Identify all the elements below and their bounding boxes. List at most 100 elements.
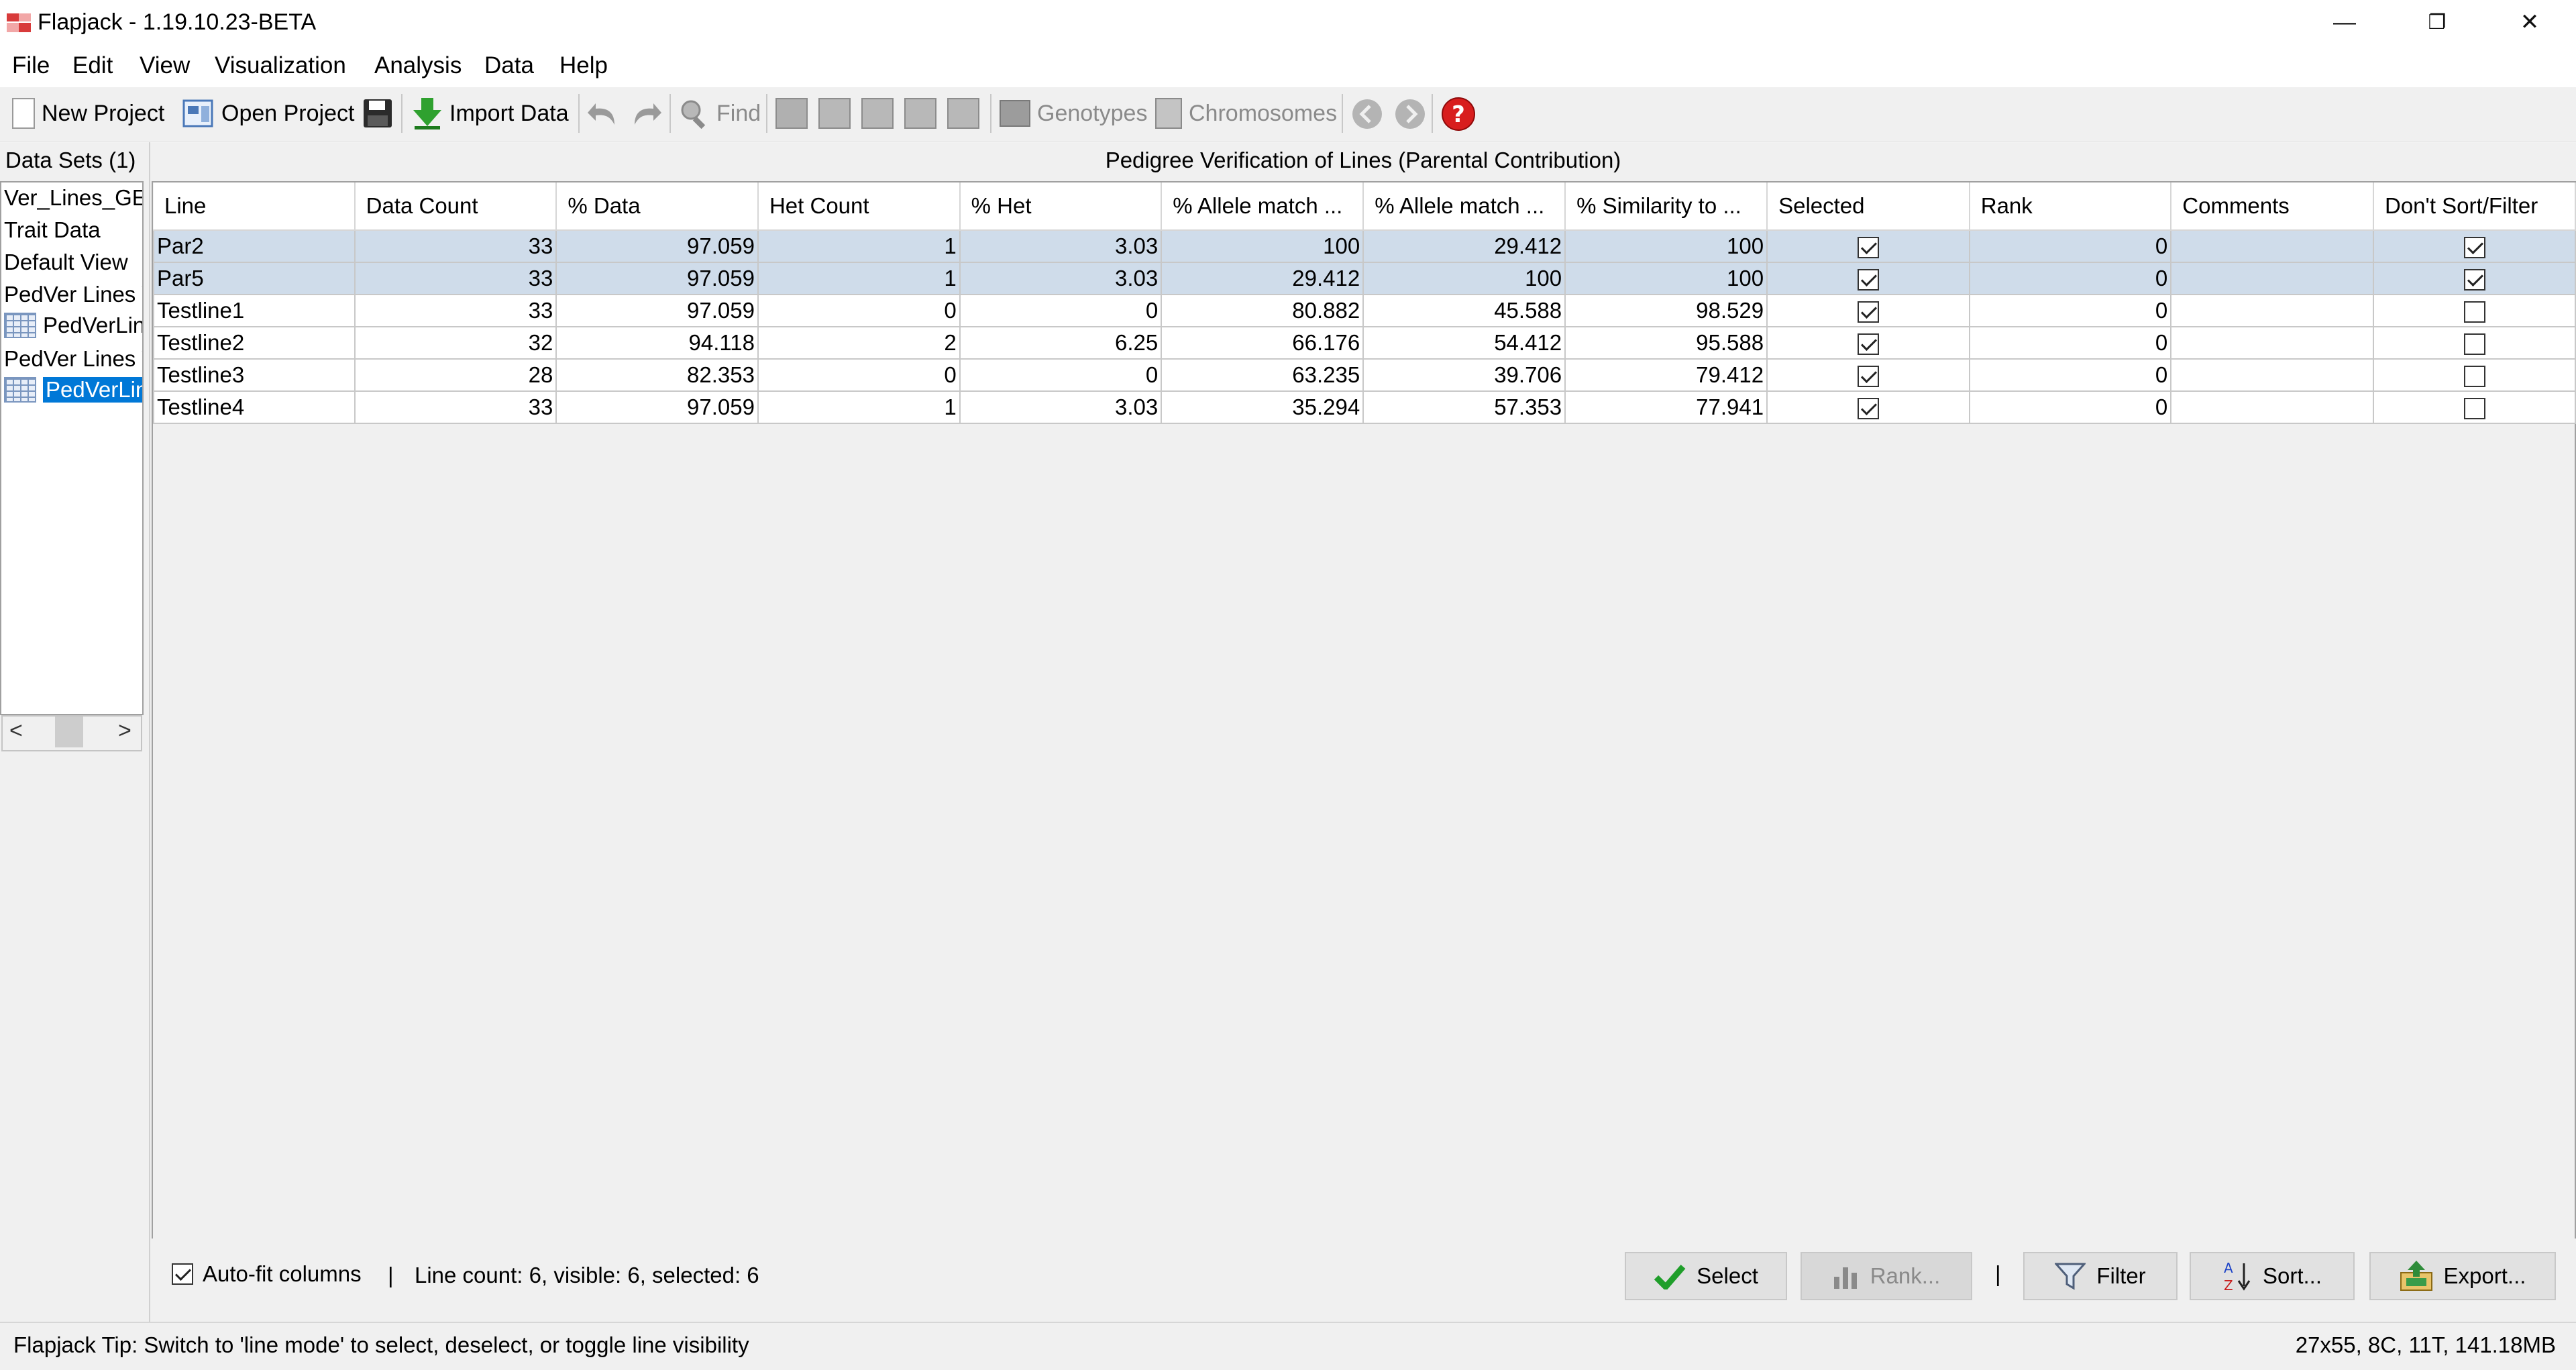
cell-pct-data[interactable]: 82.353 bbox=[555, 358, 759, 392]
cell-pct-het[interactable]: 0 bbox=[959, 358, 1163, 392]
table-row[interactable]: Par5 33 97.059 1 3.03 29.412 100 100 0 bbox=[153, 262, 2576, 295]
table-row[interactable]: Testline3 28 82.353 0 0 63.235 39.706 79.412 0 bbox=[153, 358, 2576, 392]
cell-allele1[interactable]: 29.412 bbox=[1161, 262, 1364, 295]
column-header-allele-match-2[interactable]: % Allele match ... bbox=[1363, 182, 1566, 231]
cell-pct-data[interactable]: 97.059 bbox=[555, 390, 759, 424]
sort-button[interactable]: A Z Sort... bbox=[2190, 1252, 2355, 1300]
selected-checkbox[interactable] bbox=[1857, 398, 1879, 420]
dont-sort-checkbox[interactable] bbox=[2463, 398, 2485, 420]
layout-columns-icon[interactable] bbox=[818, 98, 851, 129]
tree-item-dataset[interactable]: Ver_Lines_GEI bbox=[4, 185, 142, 211]
layout-rows-icon[interactable] bbox=[861, 98, 894, 129]
restore-button[interactable]: ❐ bbox=[2391, 0, 2483, 44]
cell-allele1[interactable]: 35.294 bbox=[1161, 390, 1364, 424]
column-header-allele-match-1[interactable]: % Allele match ... bbox=[1161, 182, 1364, 231]
cell-allele1[interactable]: 63.235 bbox=[1161, 358, 1364, 392]
cell-dont-sort-filter[interactable] bbox=[2373, 294, 2576, 327]
rank-button[interactable]: Rank... bbox=[1801, 1252, 1972, 1300]
cell-dont-sort-filter[interactable] bbox=[2373, 326, 2576, 360]
tree-item-pedver-view-2[interactable]: PedVer Lines V bbox=[4, 346, 142, 372]
table-row[interactable]: Testline1 33 97.059 0 0 80.882 45.588 98.529 0 bbox=[153, 294, 2576, 327]
cell-dont-sort-filter[interactable] bbox=[2373, 262, 2576, 295]
menu-help[interactable]: Help bbox=[559, 52, 608, 79]
cell-pct-data[interactable]: 97.059 bbox=[555, 294, 759, 327]
cell-allele2[interactable]: 29.412 bbox=[1362, 229, 1566, 263]
column-header-dont-sort-filter[interactable]: Don't Sort/Filter bbox=[2373, 182, 2576, 231]
cell-data-count[interactable]: 33 bbox=[354, 390, 557, 424]
column-header-selected[interactable]: Selected bbox=[1767, 182, 1970, 231]
menu-view[interactable]: View bbox=[140, 52, 190, 79]
cell-line[interactable]: Par5 bbox=[153, 262, 356, 295]
export-button[interactable]: Export... bbox=[2369, 1252, 2556, 1300]
cell-dont-sort-filter[interactable] bbox=[2373, 358, 2576, 392]
cell-het-count[interactable]: 0 bbox=[757, 358, 961, 392]
table-row[interactable]: Testline4 33 97.059 1 3.03 35.294 57.353 77.941… bbox=[153, 390, 2576, 424]
cell-allele1[interactable]: 100 bbox=[1161, 229, 1364, 263]
cell-rank[interactable]: 0 bbox=[1968, 358, 2172, 392]
cell-rank[interactable]: 0 bbox=[1968, 326, 2172, 360]
forward-arrow-icon[interactable] bbox=[1394, 98, 1426, 130]
cell-pct-data[interactable]: 97.059 bbox=[555, 229, 759, 263]
cell-allele1[interactable]: 80.882 bbox=[1161, 294, 1364, 327]
import-data-button[interactable]: Import Data bbox=[412, 93, 569, 134]
cell-allele1[interactable]: 66.176 bbox=[1161, 326, 1364, 360]
filter-button[interactable]: Filter bbox=[2023, 1252, 2178, 1300]
column-header-similarity[interactable]: % Similarity to ... bbox=[1565, 182, 1768, 231]
dont-sort-checkbox[interactable] bbox=[2463, 301, 2485, 323]
find-button[interactable]: Find bbox=[679, 93, 761, 134]
close-button[interactable]: ✕ bbox=[2483, 0, 2576, 44]
column-header-data-count[interactable]: Data Count bbox=[354, 182, 557, 231]
tree-item-default-view[interactable]: Default View bbox=[4, 250, 128, 275]
selected-checkbox[interactable] bbox=[1857, 237, 1879, 259]
cell-line[interactable]: Testline2 bbox=[153, 326, 356, 360]
table-row[interactable]: Par2 33 97.059 1 3.03 100 29.412 100 0 bbox=[153, 229, 2576, 263]
select-lines-icon[interactable] bbox=[904, 98, 936, 129]
scroll-right-arrow-icon[interactable]: > bbox=[118, 718, 131, 744]
menu-visualization[interactable]: Visualization bbox=[215, 52, 346, 79]
cell-rank[interactable]: 0 bbox=[1968, 294, 2172, 327]
cell-line[interactable]: Par2 bbox=[153, 229, 356, 263]
column-header-rank[interactable]: Rank bbox=[1969, 182, 2172, 231]
cell-pct-het[interactable]: 3.03 bbox=[959, 262, 1163, 295]
autofit-columns-checkbox[interactable]: Auto-fit columns bbox=[172, 1261, 362, 1287]
tree-item-trait-data[interactable]: Trait Data bbox=[4, 217, 101, 243]
cell-comments[interactable] bbox=[2170, 358, 2374, 392]
dont-sort-checkbox[interactable] bbox=[2463, 333, 2485, 356]
redo-icon[interactable] bbox=[629, 99, 663, 129]
column-header-pct-het[interactable]: % Het bbox=[959, 182, 1163, 231]
cell-pct-data[interactable]: 94.118 bbox=[555, 326, 759, 360]
cell-comments[interactable] bbox=[2170, 326, 2374, 360]
selected-checkbox[interactable] bbox=[1857, 333, 1879, 356]
column-header-het-count[interactable]: Het Count bbox=[757, 182, 961, 231]
cell-rank[interactable]: 0 bbox=[1968, 262, 2172, 295]
cell-selected[interactable] bbox=[1766, 390, 1970, 424]
table-row[interactable]: Testline2 32 94.118 2 6.25 66.176 54.412 95.588… bbox=[153, 326, 2576, 360]
menu-file[interactable]: File bbox=[12, 52, 50, 79]
cell-selected[interactable] bbox=[1766, 294, 1970, 327]
cell-rank[interactable]: 0 bbox=[1968, 229, 2172, 263]
help-icon[interactable]: ? bbox=[1441, 97, 1476, 131]
cell-similarity[interactable]: 98.529 bbox=[1564, 294, 1768, 327]
dont-sort-checkbox[interactable] bbox=[2463, 269, 2485, 291]
selected-checkbox[interactable] bbox=[1857, 301, 1879, 323]
undo-icon[interactable] bbox=[586, 99, 620, 129]
cell-allele2[interactable]: 39.706 bbox=[1362, 358, 1566, 392]
tree-item-pedver-table-2[interactable]: PedVerLin bbox=[4, 376, 142, 404]
cell-dont-sort-filter[interactable] bbox=[2373, 390, 2576, 424]
scroll-thumb[interactable] bbox=[55, 717, 83, 747]
cell-allele2[interactable]: 100 bbox=[1362, 262, 1566, 295]
menu-edit[interactable]: Edit bbox=[72, 52, 113, 79]
cell-similarity[interactable]: 77.941 bbox=[1564, 390, 1768, 424]
cell-allele2[interactable]: 57.353 bbox=[1362, 390, 1566, 424]
cell-line[interactable]: Testline3 bbox=[153, 358, 356, 392]
cell-line[interactable]: Testline4 bbox=[153, 390, 356, 424]
cell-dont-sort-filter[interactable] bbox=[2373, 229, 2576, 263]
cell-het-count[interactable]: 1 bbox=[757, 262, 961, 295]
cell-het-count[interactable]: 2 bbox=[757, 326, 961, 360]
checkbox-icon[interactable] bbox=[172, 1263, 193, 1285]
save-icon[interactable] bbox=[362, 98, 393, 129]
cell-allele2[interactable]: 54.412 bbox=[1362, 326, 1566, 360]
cell-het-count[interactable]: 1 bbox=[757, 229, 961, 263]
column-header-pct-data[interactable]: % Data bbox=[556, 182, 759, 231]
minimize-button[interactable]: — bbox=[2298, 0, 2391, 44]
